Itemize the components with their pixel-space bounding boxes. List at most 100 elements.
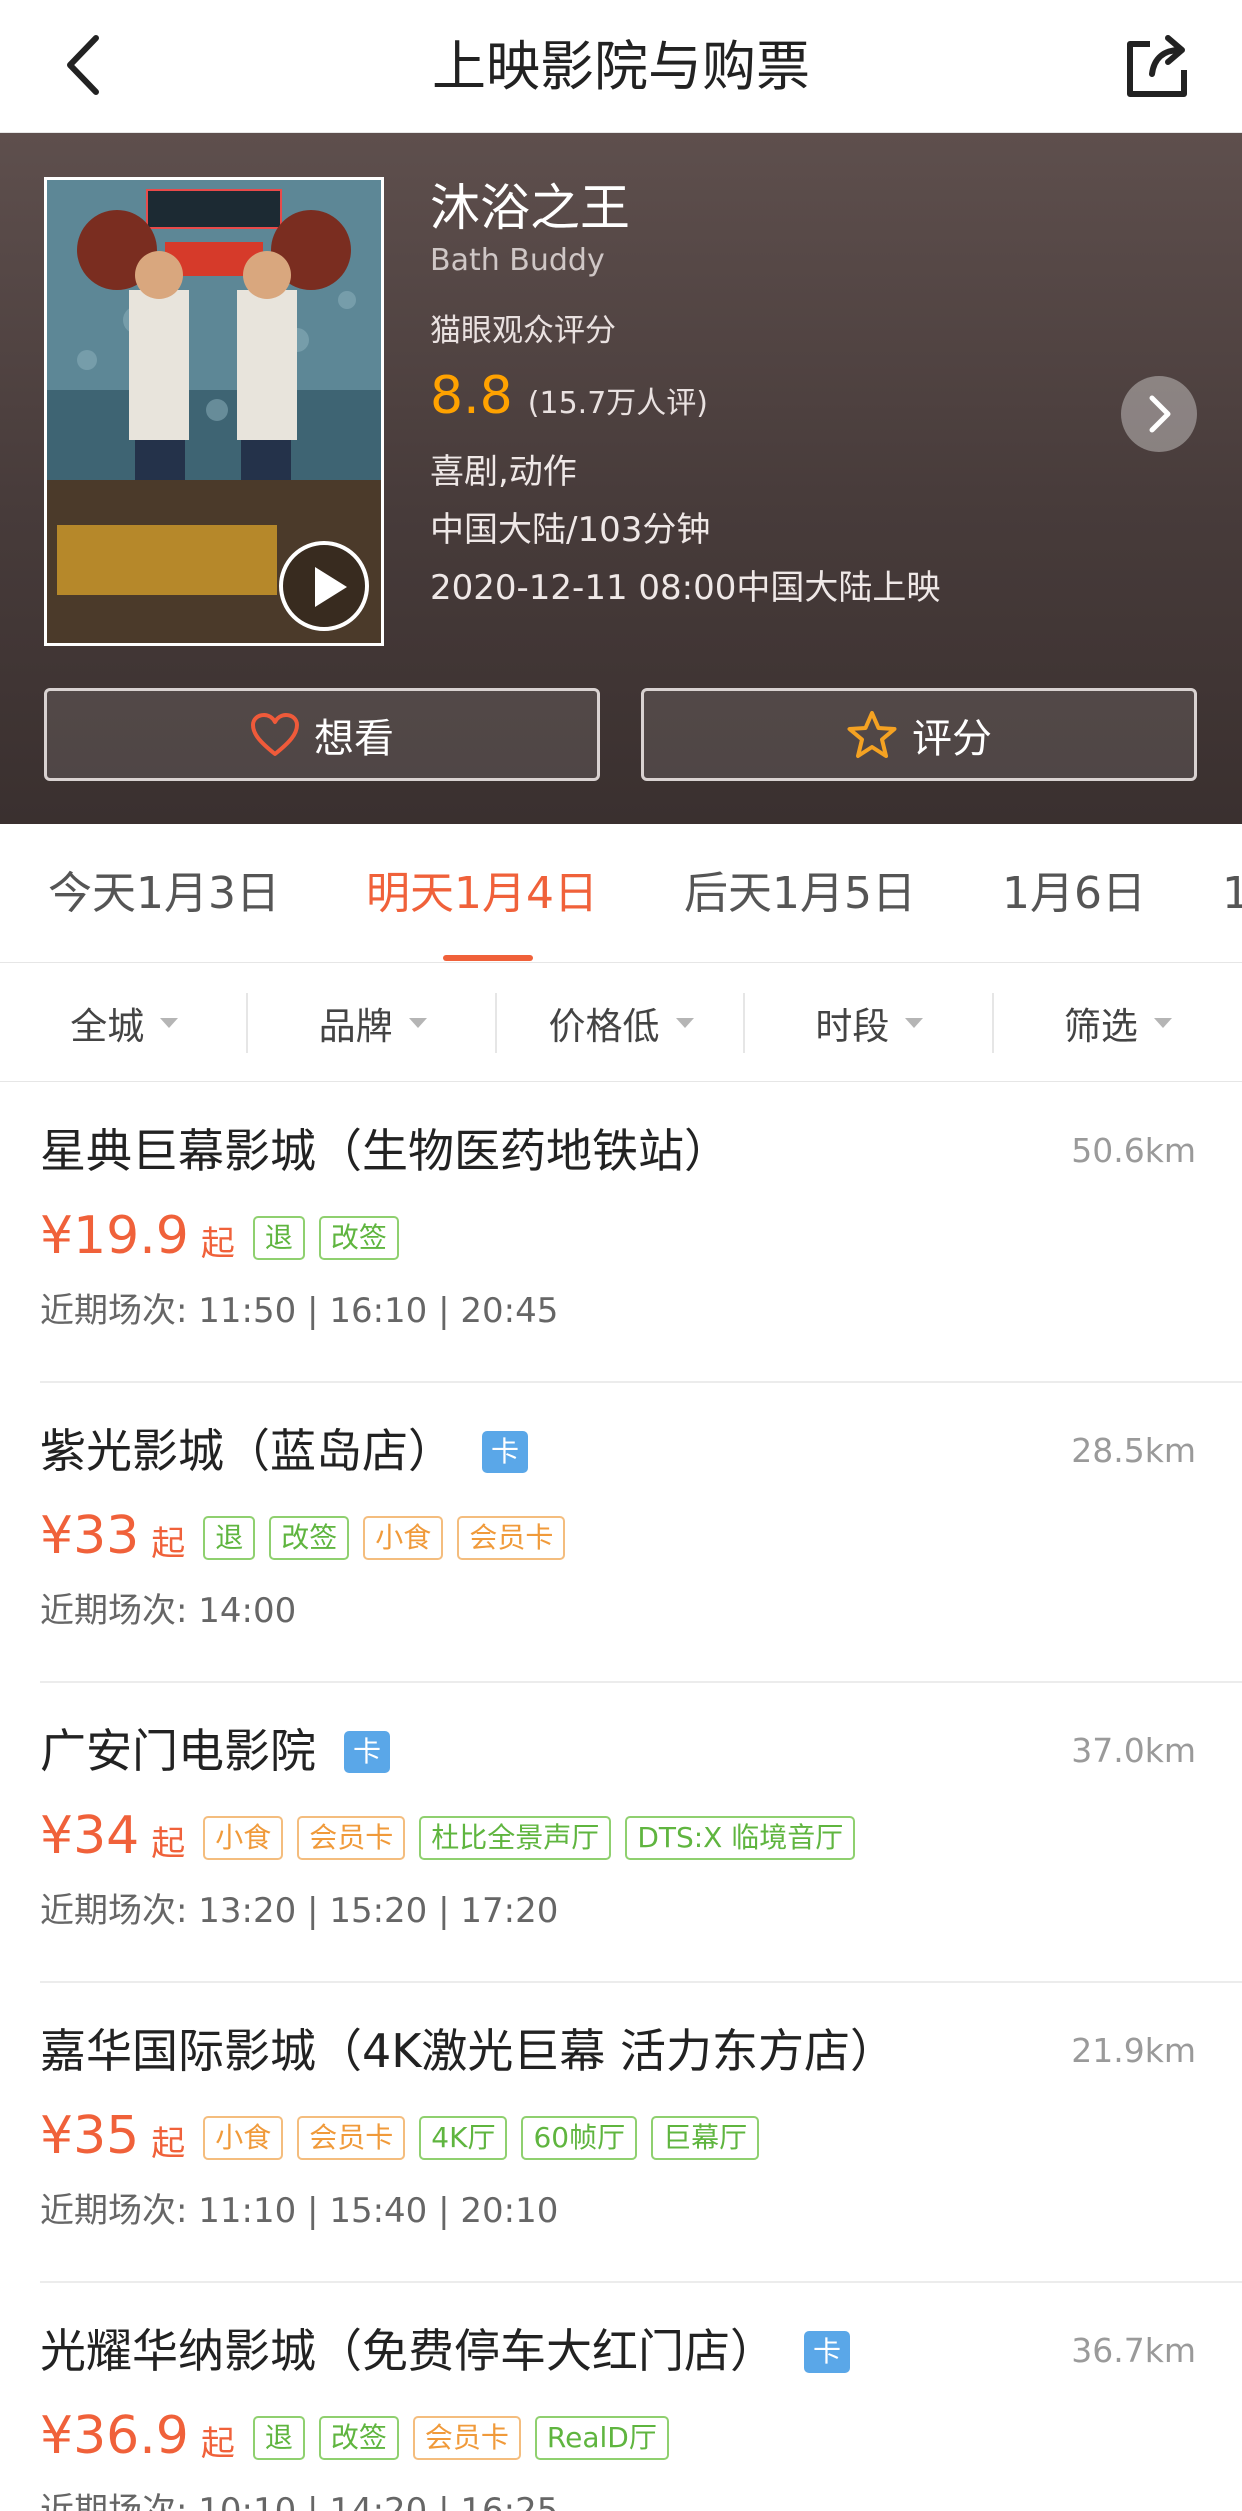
tag-dolby-atmos: 杜比全景声厅 <box>419 1816 612 1860</box>
cinema-showtimes: 近期场次: 11:10 | 15:40 | 20:10 <box>40 2191 559 2231</box>
price-suffix: 起 <box>151 2123 186 2164</box>
tab-date-tomorrow[interactable]: 明天1月4日 <box>366 824 598 962</box>
rate-button[interactable]: 评分 <box>641 688 1197 781</box>
movie-title-en: Bath Buddy <box>430 243 605 278</box>
cinema-showtimes: 近期场次: 13:20 | 15:20 | 17:20 <box>40 1891 559 1931</box>
cinema-price-row: ¥36.9 起 退 改签 会员卡 RealD厅 <box>40 2401 683 2471</box>
cinema-price: ¥33 <box>40 1506 140 1566</box>
movie-info: 沐浴之王 Bath Buddy 猫眼观众评分 8.8 (15.7万人评) 喜剧,… <box>430 173 1130 617</box>
filter-time-slot[interactable]: 时段 <box>745 963 995 1082</box>
tab-date-next[interactable]: 1 <box>1222 824 1242 962</box>
filter-price-label: 价格低 <box>548 1004 660 1048</box>
cinema-price-row: ¥19.9 起 退 改签 <box>40 1201 413 1271</box>
filter-time-slot-label: 时段 <box>815 1004 890 1048</box>
filter-price[interactable]: 价格低 <box>497 963 746 1082</box>
cinema-price-row: ¥34 起 小食 会员卡 杜比全景声厅 DTS:X 临境音厅 <box>40 1801 869 1871</box>
tag-refund: 退 <box>252 1216 305 1260</box>
caret-down-icon <box>160 1017 179 1028</box>
play-trailer-button[interactable] <box>279 541 369 631</box>
active-tab-indicator <box>443 955 533 961</box>
caret-down-icon <box>905 1017 924 1028</box>
card-badge: 卡 <box>344 1731 390 1773</box>
filter-city[interactable]: 全城 <box>0 963 249 1082</box>
date-tabs: 今天1月3日 明天1月4日 后天1月5日 1月6日 1 <box>0 824 1242 963</box>
cinema-showtimes: 近期场次: 14:00 <box>40 1591 297 1631</box>
page-title: 上映影院与购票 <box>432 35 810 98</box>
cinema-item[interactable]: 星典巨幕影城（生物医药地铁站） 50.6km ¥19.9 起 退 改签 近期场次… <box>0 1083 1242 1383</box>
cinema-distance: 37.0km <box>1071 1731 1196 1770</box>
rating-row: 8.8 (15.7万人评) <box>430 361 1130 431</box>
cinema-name: 嘉华国际影城（4K激光巨幕 活力东方店） <box>40 2021 896 2081</box>
tag-reschedule: 改签 <box>269 1516 350 1560</box>
cinema-name-text: 广安门电影院 <box>40 1724 316 1778</box>
cinema-price-row: ¥35 起 小食 会员卡 4K厅 60帧厅 巨幕厅 <box>40 2101 773 2171</box>
cinema-distance: 28.5km <box>1071 1431 1196 1470</box>
rating-count: (15.7万人评) <box>527 386 709 421</box>
cinema-distance: 36.7km <box>1071 2331 1196 2370</box>
cinema-item[interactable]: 嘉华国际影城（4K激光巨幕 活力东方店） 21.9km ¥35 起 小食 会员卡… <box>0 1983 1242 2283</box>
caret-down-icon <box>408 1017 427 1028</box>
card-badge: 卡 <box>804 2331 850 2373</box>
movie-header: 沐浴之王 Bath Buddy 猫眼观众评分 8.8 (15.7万人评) 喜剧,… <box>0 133 1242 824</box>
movie-poster[interactable] <box>44 177 384 646</box>
tag-member-card: 会员卡 <box>297 2116 406 2160</box>
caret-down-icon <box>675 1017 694 1028</box>
movie-title-cn: 沐浴之王 <box>430 179 630 237</box>
cinema-name-text: 光耀华纳影城（免费停车大红门店） <box>40 2324 776 2378</box>
cinema-distance: 21.9km <box>1071 2031 1196 2070</box>
tag-member-card: 会员卡 <box>297 1816 406 1860</box>
price-suffix: 起 <box>151 1823 186 1864</box>
cinema-name: 广安门电影院卡 <box>40 1721 390 1781</box>
tag-reschedule: 改签 <box>318 2416 399 2460</box>
cinema-name: 光耀华纳影城（免费停车大红门店） 卡 <box>40 2321 850 2381</box>
tag-60fps: 60帧厅 <box>521 2116 638 2160</box>
card-badge: 卡 <box>482 1431 528 1473</box>
share-icon[interactable] <box>1122 30 1194 102</box>
movie-region-duration: 中国大陆/103分钟 <box>430 510 711 550</box>
rate-label: 评分 <box>912 715 992 762</box>
cinema-name-text: 星典巨幕影城（生物医药地铁站） <box>40 1124 730 1178</box>
tag-refund: 退 <box>252 2416 305 2460</box>
cinema-name-text: 嘉华国际影城（4K激光巨幕 活力东方店） <box>40 2024 897 2078</box>
tag-snacks: 小食 <box>203 1816 284 1860</box>
nav-bar: 上映影院与购票 <box>0 0 1242 133</box>
tab-date-today[interactable]: 今天1月3日 <box>48 824 280 962</box>
tab-date-jan6[interactable]: 1月6日 <box>1002 824 1146 962</box>
cinema-item[interactable]: 光耀华纳影城（免费停车大红门店） 卡 36.7km ¥36.9 起 退 改签 会员… <box>0 2283 1242 2511</box>
tag-refund: 退 <box>203 1516 256 1560</box>
rating-score: 8.8 <box>430 366 513 426</box>
cinema-price: ¥19.9 <box>40 1206 189 1266</box>
filter-brand[interactable]: 品牌 <box>248 963 498 1082</box>
tab-date-day-after[interactable]: 后天1月5日 <box>684 824 916 962</box>
cinema-name: 星典巨幕影城（生物医药地铁站） <box>40 1121 730 1181</box>
movie-release-date: 2020-12-11 08:00中国大陆上映 <box>430 568 941 608</box>
cinema-price: ¥34 <box>40 1806 140 1866</box>
want-label: 想看 <box>314 715 394 762</box>
tag-4k: 4K厅 <box>419 2116 508 2160</box>
tag-member-card: 会员卡 <box>412 2416 521 2460</box>
tag-member-card: 会员卡 <box>457 1516 566 1560</box>
cinema-item[interactable]: 紫光影城（蓝岛店） 卡 28.5km ¥33 起 退 改签 小食 会员卡 近期场次… <box>0 1383 1242 1683</box>
want-to-watch-button[interactable]: 想看 <box>44 688 600 781</box>
heart-icon <box>251 712 299 756</box>
tag-snacks: 小食 <box>363 1516 444 1560</box>
chevron-right-icon[interactable] <box>1121 376 1197 452</box>
cinema-showtimes: 近期场次: 11:50 | 16:10 | 20:45 <box>40 1291 559 1331</box>
filter-more[interactable]: 筛选 <box>994 963 1242 1082</box>
tag-reschedule: 改签 <box>318 1216 399 1260</box>
cinema-price: ¥36.9 <box>40 2406 189 2466</box>
cinema-price-row: ¥33 起 退 改签 小食 会员卡 <box>40 1501 579 1571</box>
price-suffix: 起 <box>200 2423 235 2464</box>
filter-bar: 全城 品牌 价格低 时段 筛选 <box>0 963 1242 1082</box>
tag-giant-screen: 巨幕厅 <box>651 2116 760 2160</box>
price-suffix: 起 <box>200 1223 235 1264</box>
tag-dtsx: DTS:X 临境音厅 <box>625 1816 856 1860</box>
cinema-showtimes: 近期场次: 10:10 | 14:20 | 16:25 <box>40 2491 559 2511</box>
cinema-item[interactable]: 广安门电影院卡 37.0km ¥34 起 小食 会员卡 杜比全景声厅 DTS:X… <box>0 1683 1242 1983</box>
cinema-price: ¥35 <box>40 2106 140 2166</box>
cinema-distance: 50.6km <box>1071 1131 1196 1170</box>
filter-brand-label: 品牌 <box>318 1004 393 1048</box>
cinema-name: 紫光影城（蓝岛店） 卡 <box>40 1421 528 1481</box>
filter-more-label: 筛选 <box>1063 1004 1138 1048</box>
cinema-name-text: 紫光影城（蓝岛店） <box>40 1424 454 1478</box>
